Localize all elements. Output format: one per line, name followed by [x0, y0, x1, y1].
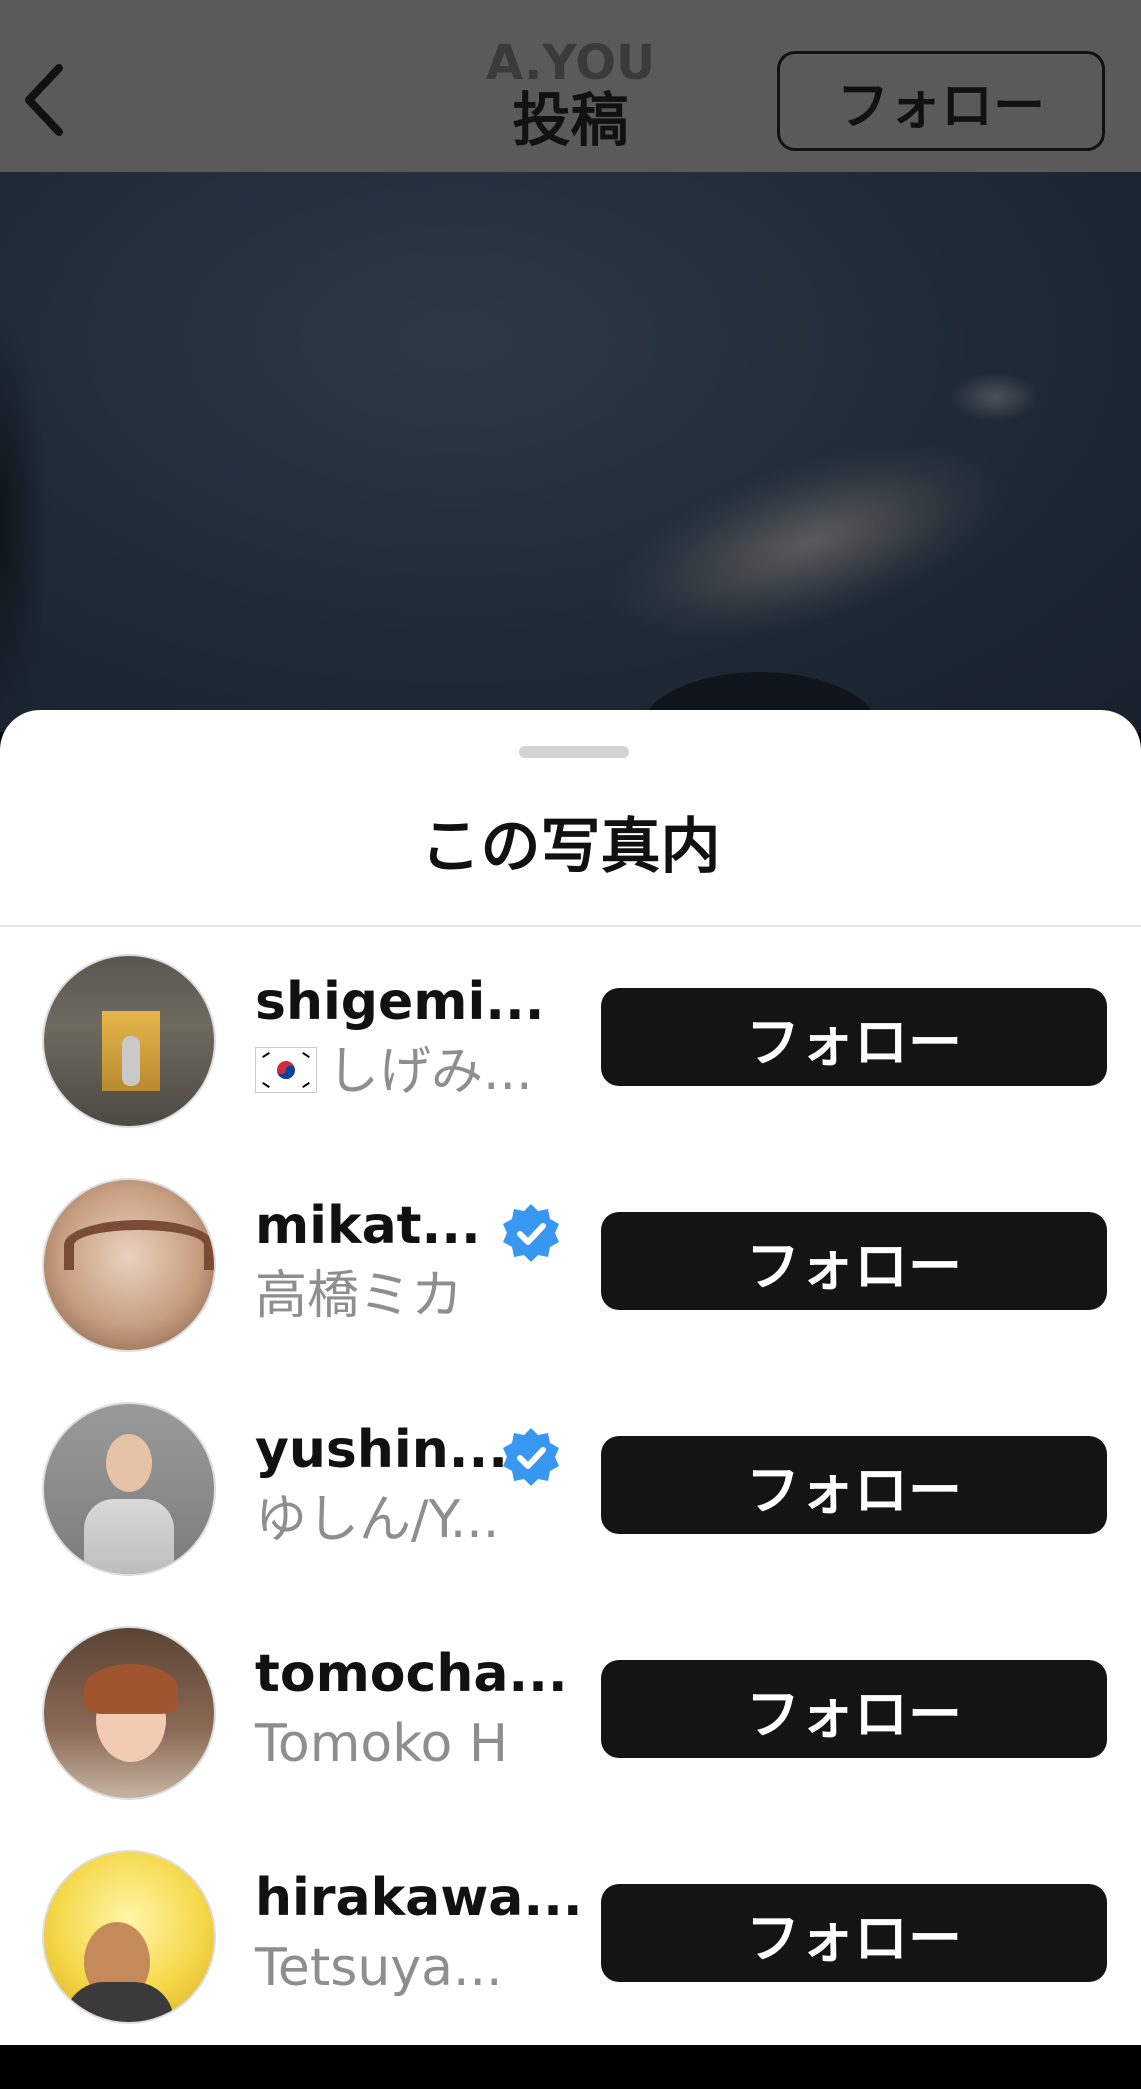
avatar[interactable] [42, 1178, 216, 1352]
username[interactable]: hirakawa... [255, 1868, 583, 1928]
username[interactable]: yushin... [255, 1420, 508, 1480]
follow-button[interactable]: フォロー [601, 1884, 1107, 1982]
avatar[interactable] [42, 1626, 216, 1800]
post-photo [0, 172, 1141, 732]
follow-button[interactable]: フォロー [601, 1436, 1107, 1534]
follow-button[interactable]: フォロー [601, 1660, 1107, 1758]
user-row[interactable]: yushin... ゆしん/Y... フォロー [0, 1398, 1141, 1622]
username[interactable]: shigemi... [255, 972, 545, 1032]
fullname: ゆしん/Y... [255, 1490, 500, 1550]
follow-button[interactable]: フォロー [601, 988, 1107, 1086]
username[interactable]: mikat... [255, 1196, 481, 1256]
header-follow-button[interactable]: フォロー [777, 51, 1105, 151]
sheet-grabber[interactable] [519, 746, 629, 758]
fullname-text: しげみ... [327, 1042, 533, 1102]
cloud [585, 401, 1035, 683]
avatar[interactable] [42, 1402, 216, 1576]
top-nav-bar: A.YOU 投稿 フォロー [0, 0, 1141, 172]
fullname: 高橋ミカ [255, 1266, 464, 1326]
cloud [950, 372, 1040, 422]
user-row[interactable]: hirakawa... Tetsuya... フォロー [0, 1846, 1141, 2070]
divider [0, 925, 1141, 927]
fullname: Tomoko H [255, 1714, 508, 1774]
avatar[interactable] [42, 954, 216, 1128]
verified-badge-icon [503, 1204, 559, 1262]
fullname: しげみ... [255, 1042, 533, 1102]
tagged-users-sheet: この写真内 shigemi... しげみ... フォロー mikat... 高橋… [0, 710, 1141, 2045]
sheet-title: この写真内 [420, 812, 721, 882]
fullname: Tetsuya... [255, 1938, 503, 1998]
user-row[interactable]: tomocha... Tomoko H フォロー [0, 1622, 1141, 1846]
tree-silhouette [0, 272, 60, 732]
avatar[interactable] [42, 1850, 216, 2024]
username[interactable]: tomocha... [255, 1644, 568, 1704]
user-row[interactable]: shigemi... しげみ... フォロー [0, 950, 1141, 1174]
user-row[interactable]: mikat... 高橋ミカ フォロー [0, 1174, 1141, 1398]
korea-flag-icon [255, 1047, 317, 1093]
verified-badge-icon [503, 1428, 559, 1486]
follow-button[interactable]: フォロー [601, 1212, 1107, 1310]
